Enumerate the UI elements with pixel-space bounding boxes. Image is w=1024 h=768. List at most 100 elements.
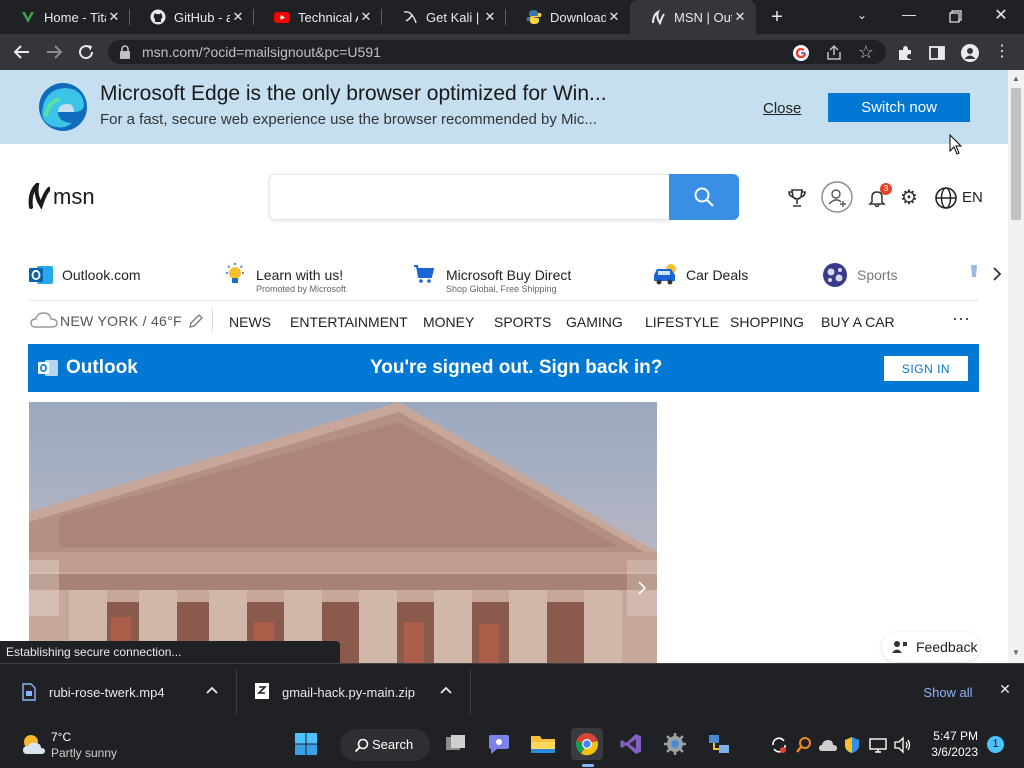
tab-technical[interactable]: Technical A ✕ (254, 0, 382, 34)
sync-icon[interactable] (770, 736, 788, 754)
msn-logo-text[interactable]: msn (53, 184, 95, 210)
close-icon[interactable]: ✕ (606, 9, 622, 25)
globe-icon[interactable] (934, 186, 958, 210)
account-avatar-icon[interactable] (821, 181, 853, 213)
search-button[interactable] (669, 174, 739, 220)
defender-shield-icon[interactable] (843, 736, 861, 754)
search-input[interactable] (269, 174, 670, 220)
close-icon[interactable]: ✕ (106, 9, 122, 25)
weather-temp[interactable]: 7°C (51, 730, 71, 744)
back-arrow-icon[interactable] (10, 40, 34, 64)
trophy-icon[interactable] (786, 187, 808, 209)
weather-condition[interactable]: Partly sunny (51, 746, 117, 760)
volume-speaker-icon[interactable] (893, 736, 913, 754)
sidepanel-icon[interactable] (928, 44, 946, 62)
profile-icon[interactable] (960, 43, 980, 63)
close-icon[interactable]: ✕ (358, 9, 374, 25)
msn-logo-icon[interactable] (28, 178, 51, 210)
quicklinks-next-chevron-icon[interactable] (988, 264, 1006, 284)
reload-icon[interactable] (74, 40, 98, 64)
forward-arrow-icon[interactable] (42, 40, 66, 64)
quicklink-buy-direct[interactable]: Microsoft Buy Direct (446, 267, 571, 283)
tab-label: Download (550, 9, 606, 25)
scroll-up-arrow-icon[interactable]: ▲ (1012, 74, 1020, 83)
search-icon (354, 738, 369, 753)
minimize-icon[interactable]: — (898, 6, 920, 28)
weather-location[interactable]: NEW YORK / 46°F (60, 313, 182, 329)
chevron-up-icon[interactable] (205, 683, 219, 697)
nav-money[interactable]: MONEY (423, 314, 474, 330)
nav-sports[interactable]: SPORTS (494, 314, 551, 330)
display-monitor-icon[interactable] (869, 736, 887, 754)
clock-time[interactable]: 5:47 PM (920, 729, 978, 743)
close-icon[interactable]: ✕ (230, 9, 246, 25)
scroll-down-arrow-icon[interactable]: ▼ (1012, 648, 1020, 657)
url-text[interactable]: msn.com/?ocid=mailsignout&pc=U591 (142, 44, 381, 60)
kebab-menu-icon[interactable]: ⋮ (994, 42, 1010, 62)
carousel-next-button[interactable] (627, 560, 657, 616)
clock-date[interactable]: 3/6/2023 (920, 745, 978, 759)
nav-more-icon[interactable]: ··· (952, 308, 970, 329)
lock-icon[interactable] (119, 45, 131, 59)
settings-gear-taskbar-icon[interactable] (659, 728, 691, 760)
tab-home-tita[interactable]: Home - Tita ✕ (0, 0, 130, 34)
visual-studio-icon[interactable] (615, 728, 647, 760)
nav-buy-a-car[interactable]: BUY A CAR (821, 314, 895, 330)
partly-sunny-icon[interactable] (20, 731, 46, 757)
network-tool-icon[interactable] (703, 728, 735, 760)
download-item-name[interactable]: gmail-hack.py-main.zip (282, 685, 415, 700)
tab-msn-active[interactable]: MSN | Outl ✕ (630, 0, 756, 34)
windows-start-icon[interactable] (290, 728, 322, 760)
banner-close-link[interactable]: Close (763, 100, 801, 117)
tab-github[interactable]: GitHub - ak ✕ (130, 0, 254, 34)
download-shelf-close-icon[interactable]: ✕ (996, 681, 1014, 699)
tab-download-python[interactable]: Download ✕ (506, 0, 630, 34)
nav-lifestyle[interactable]: LIFESTYLE (645, 314, 719, 330)
quicklink-learn[interactable]: Learn with us! (256, 267, 343, 283)
close-icon[interactable]: ✕ (732, 9, 748, 25)
nav-news[interactable]: NEWS (229, 314, 271, 330)
nav-gaming[interactable]: GAMING (566, 314, 623, 330)
github-icon (150, 9, 166, 25)
close-icon[interactable]: ✕ (482, 9, 498, 25)
new-tab-plus-icon[interactable]: + (766, 7, 788, 29)
quicklink-outlook[interactable]: Outlook.com (62, 267, 141, 283)
edit-pencil-icon[interactable] (188, 313, 204, 329)
cloud-icon (30, 311, 58, 329)
extensions-puzzle-icon[interactable] (896, 44, 914, 62)
download-item-name[interactable]: rubi-rose-twerk.mp4 (49, 685, 165, 700)
onedrive-cloud-icon[interactable] (818, 737, 838, 753)
hero-image[interactable] (29, 402, 657, 663)
task-view-icon[interactable] (440, 728, 472, 760)
signin-button[interactable]: SIGN IN (884, 356, 968, 381)
share-icon[interactable] (825, 44, 843, 62)
settings-gear-icon[interactable]: ⚙ (899, 188, 919, 208)
python-icon (526, 9, 542, 25)
google-icon[interactable] (792, 44, 810, 62)
chrome-taskbar-icon[interactable] (571, 728, 603, 760)
restore-icon[interactable] (944, 6, 966, 28)
magnifier-orange-icon[interactable] (795, 736, 813, 754)
chevron-up-icon[interactable] (439, 683, 453, 697)
quicklink-sports[interactable]: Sports (857, 267, 897, 283)
bookmark-star-icon[interactable]: ☆ (856, 42, 876, 62)
download-shelf: rubi-rose-twerk.mp4 gmail-hack.py-main.z… (0, 663, 1024, 720)
teams-chat-icon[interactable] (483, 728, 515, 760)
window-close-icon[interactable]: ✕ (990, 5, 1012, 27)
scrollbar-thumb[interactable] (1011, 88, 1021, 220)
carousel-prev-button[interactable] (29, 560, 59, 616)
nav-shopping[interactable]: SHOPPING (730, 314, 804, 330)
file-explorer-icon[interactable] (527, 728, 559, 760)
notification-count-badge[interactable]: 1 (987, 736, 1004, 753)
language-label[interactable]: EN (962, 189, 983, 206)
taskbar-search[interactable]: Search (340, 729, 430, 761)
page-scrollbar[interactable]: ▲ ▼ (1008, 70, 1024, 663)
quicklink-car-deals[interactable]: Car Deals (686, 267, 748, 283)
tab-kali[interactable]: Get Kali | K ✕ (382, 0, 506, 34)
feedback-button[interactable]: Feedback (882, 632, 980, 662)
show-all-button[interactable]: Show all (912, 677, 984, 707)
nav-entertainment[interactable]: ENTERTAINMENT (290, 314, 408, 330)
car-icon (651, 263, 679, 287)
switch-now-button[interactable]: Switch now (828, 93, 970, 122)
tab-search-chevron-icon[interactable]: ⌄ (852, 8, 872, 26)
